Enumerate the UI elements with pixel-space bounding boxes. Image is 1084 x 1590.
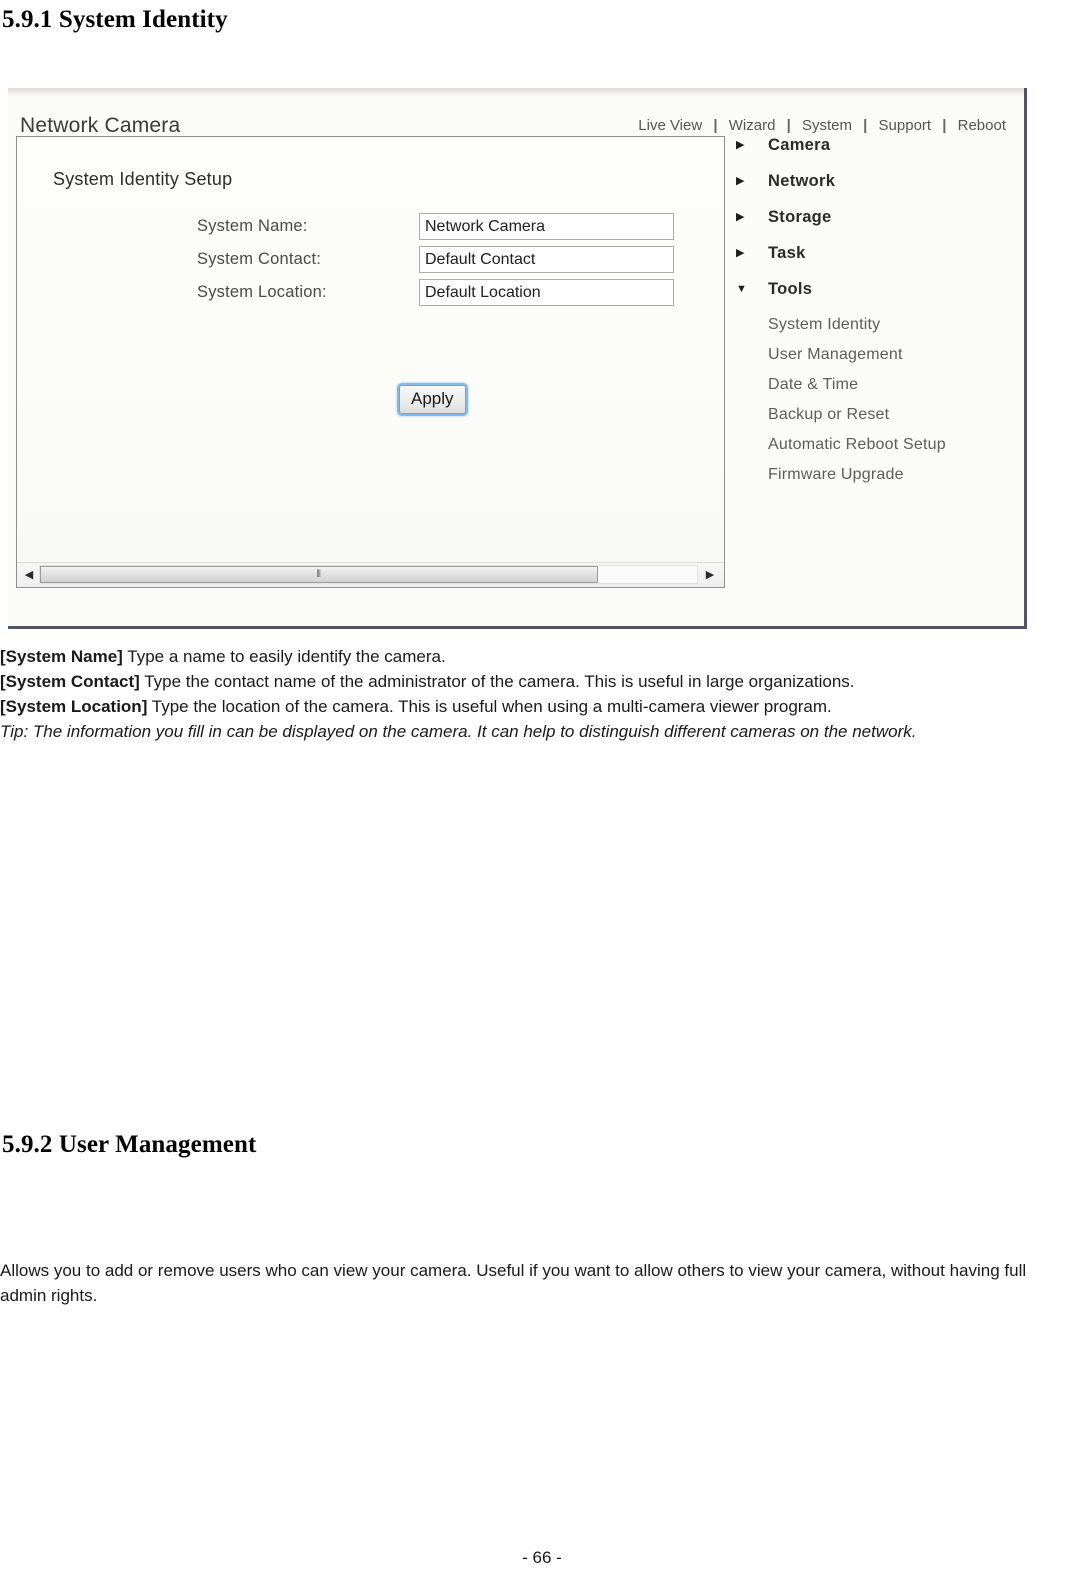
nav-separator: | <box>786 117 791 134</box>
sidebar-item-label: Camera <box>768 136 831 154</box>
sidebar-item-camera[interactable]: ▶ Camera <box>732 136 1022 172</box>
system-location-label: System Location: <box>197 283 327 301</box>
form-row-system-name: System Name: <box>17 213 724 246</box>
sidebar-item-task[interactable]: ▶ Task <box>732 244 1022 280</box>
sidebar-item-firmware-upgrade[interactable]: Firmware Upgrade <box>732 466 1022 496</box>
apply-button-wrapper: Apply <box>399 385 466 414</box>
chevron-right-icon[interactable]: ▶ <box>736 140 744 151</box>
sidebar-item-label: Tools <box>768 280 813 298</box>
chevron-down-icon[interactable]: ▼ <box>736 284 747 295</box>
scroll-right-arrow-icon[interactable]: ▶ <box>700 563 720 586</box>
horizontal-scrollbar[interactable]: ◀ ⦀ ▶ <box>17 562 724 587</box>
panel-title: System Identity Setup <box>53 169 233 189</box>
sidebar-item-tools[interactable]: ▼ Tools <box>732 280 1022 316</box>
chevron-right-icon[interactable]: ▶ <box>736 176 744 187</box>
settings-sidebar-tree: ▶ Camera ▶ Network ▶ Storage ▶ Task ▼ To… <box>732 136 1022 588</box>
field-descriptions: [System Name] Type a name to easily iden… <box>0 644 1060 744</box>
camera-web-ui-titlebar: Network Camera Live View | Wizard | Syst… <box>8 96 1024 137</box>
nav-separator: | <box>713 117 718 134</box>
sidebar-item-label: Task <box>768 244 806 262</box>
desc-term-system-contact: [System Contact] <box>0 672 140 691</box>
user-management-intro: Allows you to add or remove users who ca… <box>0 1258 1060 1308</box>
scrollbar-thumb[interactable]: ⦀ <box>40 566 599 583</box>
desc-system-contact: [System Contact] Type the contact name o… <box>0 669 1060 694</box>
camera-brand-label: Network Camera <box>20 114 181 137</box>
desc-system-name: [System Name] Type a name to easily iden… <box>0 644 1060 669</box>
nav-separator: | <box>942 117 947 134</box>
user-management-intro-text: Allows you to add or remove users who ca… <box>0 1261 1027 1305</box>
chevron-right-icon[interactable]: ▶ <box>736 212 744 223</box>
top-nav: Live View | Wizard | System | Support | … <box>638 117 1006 134</box>
system-contact-input[interactable] <box>419 246 674 273</box>
sidebar-item-automatic-reboot-setup[interactable]: Automatic Reboot Setup <box>732 436 1022 466</box>
page-footer: - 66 - <box>522 1548 562 1567</box>
sidebar-item-label: Network <box>768 172 836 190</box>
scroll-left-arrow-icon[interactable]: ◀ <box>19 563 39 586</box>
nav-item-reboot[interactable]: Reboot <box>958 117 1006 134</box>
chevron-right-icon[interactable]: ▶ <box>736 248 744 259</box>
apply-button[interactable]: Apply <box>399 385 466 414</box>
desc-system-location: [System Location] Type the location of t… <box>0 694 1060 719</box>
desc-term-system-name: [System Name] <box>0 647 123 666</box>
desc-tip: Tip: The information you fill in can be … <box>0 719 1060 744</box>
sidebar-item-backup-or-reset[interactable]: Backup or Reset <box>732 406 1022 436</box>
system-name-input[interactable] <box>419 213 674 240</box>
sidebar-item-date-time[interactable]: Date & Time <box>732 376 1022 406</box>
form-row-system-contact: System Contact: <box>17 246 724 279</box>
desc-tip-text: Tip: The information you fill in can be … <box>0 722 917 741</box>
form-row-system-location: System Location: <box>17 279 724 312</box>
page-title-user-management: 5.9.2 User Management <box>2 1131 257 1158</box>
nav-item-wizard[interactable]: Wizard <box>729 117 776 134</box>
system-name-label: System Name: <box>197 217 308 235</box>
embedded-screenshot-figure: Network Camera Live View | Wizard | Syst… <box>8 88 1027 629</box>
system-location-input[interactable] <box>419 279 674 306</box>
system-identity-form: System Name: System Contact: System Loca… <box>17 213 724 312</box>
scrollbar-track[interactable]: ⦀ <box>39 565 698 584</box>
desc-text-system-name: Type a name to easily identify the camer… <box>122 647 446 666</box>
nav-item-support[interactable]: Support <box>879 117 932 134</box>
sidebar-item-user-management[interactable]: User Management <box>732 346 1022 376</box>
scrollbar-grip-icon: ⦀ <box>316 568 322 580</box>
system-contact-label: System Contact: <box>197 250 322 268</box>
nav-separator: | <box>863 117 868 134</box>
nav-item-live-view[interactable]: Live View <box>638 117 702 134</box>
desc-term-system-location: [System Location] <box>0 697 148 716</box>
sidebar-item-label: Storage <box>768 208 832 226</box>
sidebar-item-network[interactable]: ▶ Network <box>732 172 1022 208</box>
page-title-system-identity: 5.9.1 System Identity <box>2 6 228 33</box>
sidebar-item-storage[interactable]: ▶ Storage <box>732 208 1022 244</box>
nav-item-system[interactable]: System <box>802 117 852 134</box>
desc-text-system-location: Type the location of the camera. This is… <box>147 697 832 716</box>
system-identity-setup-panel: System Identity Setup System Name: Syste… <box>16 136 725 588</box>
sidebar-item-system-identity[interactable]: System Identity <box>732 316 1022 346</box>
desc-text-system-contact: Type the contact name of the administrat… <box>139 672 855 691</box>
